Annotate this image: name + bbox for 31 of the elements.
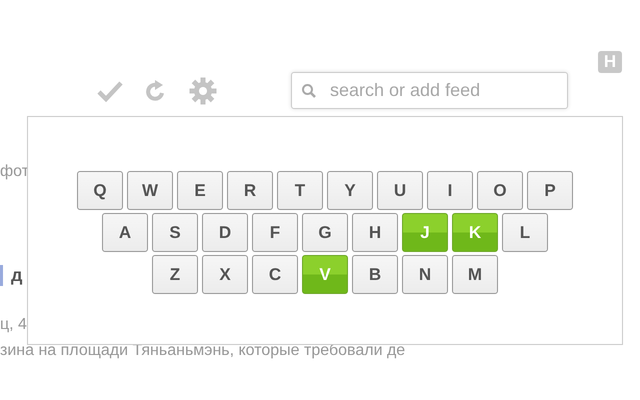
keyboard-key[interactable]: T	[277, 171, 323, 210]
article-text: фот	[0, 163, 30, 181]
keyboard-key[interactable]: P	[527, 171, 573, 210]
keyboard-key[interactable]: L	[502, 213, 548, 252]
keyboard-key[interactable]: M	[452, 255, 498, 294]
keyboard-key[interactable]: U	[377, 171, 423, 210]
keyboard-key[interactable]: Z	[152, 255, 198, 294]
keyboard-key[interactable]: S	[152, 213, 198, 252]
keyboard-key[interactable]: G	[302, 213, 348, 252]
article-text: д	[0, 265, 22, 286]
keyboard-key[interactable]: H	[352, 213, 398, 252]
keyboard-key[interactable]: O	[477, 171, 523, 210]
keyboard-key[interactable]: D	[202, 213, 248, 252]
keyboard-key[interactable]: N	[402, 255, 448, 294]
article-text: ц, 4	[0, 316, 27, 334]
keyboard-key[interactable]: X	[202, 255, 248, 294]
refresh-icon[interactable]	[145, 78, 167, 102]
search-field[interactable]: search or add feed	[291, 72, 568, 109]
article-text: зина на площади Тяньаньмэнь, которые требовали де	[0, 342, 406, 360]
keyboard-key[interactable]: E	[177, 171, 223, 210]
keyboard-key[interactable]: I	[427, 171, 473, 210]
keyboard-key[interactable]: Y	[327, 171, 373, 210]
keyboard-key[interactable]: A	[102, 213, 148, 252]
keyboard-key[interactable]: Q	[77, 171, 123, 210]
keyboard-key[interactable]: F	[252, 213, 298, 252]
keyboard-key[interactable]: R	[227, 171, 273, 210]
keyboard-key[interactable]: C	[252, 255, 298, 294]
keyboard-key[interactable]: W	[127, 171, 173, 210]
checkmark-icon[interactable]	[97, 80, 123, 102]
settings-icon[interactable]	[189, 76, 217, 104]
keyboard-key[interactable]: B	[352, 255, 398, 294]
